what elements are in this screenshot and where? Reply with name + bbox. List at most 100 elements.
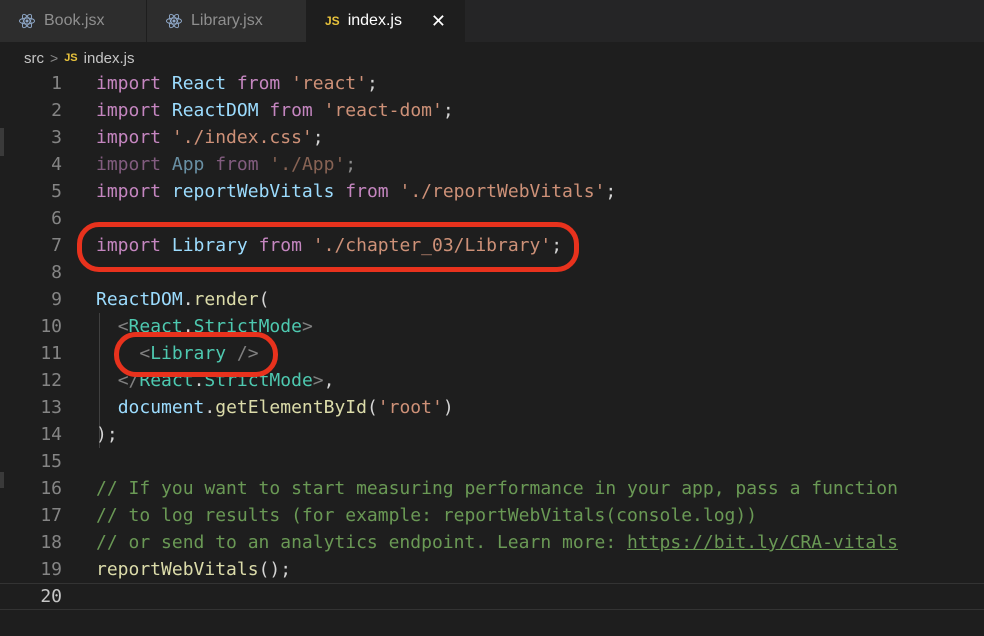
code-token: from <box>269 100 313 121</box>
code-token: from <box>215 154 259 175</box>
code-token: Library <box>150 343 227 364</box>
code-line[interactable]: 13 document.getElementById('root') <box>0 394 984 421</box>
code-token: StrictMode <box>204 370 313 391</box>
tab-label: Library.jsx <box>191 12 263 29</box>
chevron-right-icon: > <box>50 50 59 66</box>
code-text: <React.StrictMode> <box>96 316 313 337</box>
code-text: reportWebVitals(); <box>96 559 291 580</box>
code-token: document <box>117 397 205 418</box>
code-line[interactable]: 8 <box>0 259 984 286</box>
code-token: ; <box>345 154 357 175</box>
code-line[interactable]: 3 import './index.css'; <box>0 124 984 151</box>
code-line[interactable]: 20 <box>0 583 984 610</box>
code-text: // If you want to start measuring perfor… <box>96 478 898 499</box>
code-line[interactable]: 14); <box>0 421 984 448</box>
code-token: React <box>128 316 183 337</box>
line-number: 19 <box>40 559 62 580</box>
code-editor[interactable]: 1 import React from 'react'; 2 import React… <box>0 70 984 636</box>
code-token: import <box>96 181 162 202</box>
code-line[interactable]: 1 import React from 'react'; <box>0 70 984 97</box>
code-line[interactable]: 6 <box>0 205 984 232</box>
code-token: import <box>96 235 162 256</box>
code-token: from <box>236 73 281 94</box>
tab-index-js[interactable]: JS index.js ✕ <box>307 0 465 42</box>
code-line[interactable]: 7 import Library from './chapter_03/Libra… <box>0 232 984 259</box>
code-token: > <box>312 370 324 391</box>
tab-library-jsx[interactable]: Library.jsx <box>147 0 307 42</box>
react-icon <box>166 13 182 29</box>
code-token: // or send to an analytics endpoint. Lea… <box>96 532 628 553</box>
code-token: , <box>323 370 335 391</box>
code-token: ); <box>96 424 118 445</box>
code-text: </React.StrictMode>, <box>96 370 335 391</box>
line-number: 8 <box>51 262 62 283</box>
code-text: // or send to an analytics endpoint. Lea… <box>96 532 898 553</box>
code-token: </ <box>117 370 140 391</box>
line-number: 2 <box>51 100 62 121</box>
breadcrumb-file[interactable]: index.js <box>84 50 135 67</box>
line-number: 3 <box>51 127 62 148</box>
code-line[interactable]: 4 import App from './App'; <box>0 151 984 178</box>
code-token: from <box>345 181 389 202</box>
code-token: ; <box>366 73 378 94</box>
code-token: < <box>139 343 151 364</box>
code-line[interactable]: 9 ReactDOM.render( <box>0 286 984 313</box>
react-icon <box>19 13 35 29</box>
line-number: 12 <box>40 370 62 391</box>
code-token: import <box>96 100 162 121</box>
code-text: import App from './App'; <box>96 154 356 175</box>
line-number: 1 <box>51 73 62 94</box>
code-token: 'root' <box>377 397 443 418</box>
code-line[interactable]: 16 // If you want to start measuring perf… <box>0 475 984 502</box>
code-token: . <box>193 370 205 391</box>
line-number: 9 <box>51 289 62 310</box>
line-number: 17 <box>40 505 62 526</box>
code-line[interactable]: 19 reportWebVitals(); <box>0 556 984 583</box>
code-line[interactable]: 17 // to log results (for example: report… <box>0 502 984 529</box>
line-number: 14 <box>40 424 62 445</box>
code-link[interactable]: https://bit.ly/CRA-vitals <box>627 532 898 553</box>
code-text: <Library /> <box>96 343 258 364</box>
code-line[interactable]: 11 <Library /> <box>0 340 984 367</box>
code-line[interactable]: 18 // or send to an analytics endpoint. L… <box>0 529 984 556</box>
code-token: import <box>96 73 162 94</box>
code-line[interactable]: 15 <box>0 448 984 475</box>
code-token: ) <box>442 397 454 418</box>
code-token: Library <box>171 235 248 256</box>
code-token: import <box>96 154 162 175</box>
code-token: App <box>171 154 205 175</box>
close-icon[interactable]: ✕ <box>431 12 446 30</box>
code-line[interactable]: 12 </React.StrictMode>, <box>0 367 984 394</box>
tab-book-jsx[interactable]: Book.jsx <box>0 0 147 42</box>
code-token: // to log results (for example: reportWe… <box>96 505 758 526</box>
code-line[interactable]: 2 import ReactDOM from 'react-dom'; <box>0 97 984 124</box>
code-token: ReactDOM <box>171 100 259 121</box>
breadcrumb-folder[interactable]: src <box>24 50 44 67</box>
code-token: > <box>301 316 313 337</box>
code-line[interactable]: 5 import reportWebVitals from './reportWe… <box>0 178 984 205</box>
code-token: < <box>117 316 129 337</box>
js-icon: JS <box>325 14 340 28</box>
code-token: reportWebVitals <box>96 559 259 580</box>
code-token: ReactDOM <box>96 289 183 310</box>
line-number: 18 <box>40 532 62 553</box>
code-token: import <box>96 127 162 148</box>
code-line[interactable]: 10 <React.StrictMode> <box>0 313 984 340</box>
code-token: './index.css' <box>171 127 313 148</box>
line-number: 13 <box>40 397 62 418</box>
line-number: 10 <box>40 316 62 337</box>
code-token: ; <box>312 127 324 148</box>
code-text: // to log results (for example: reportWe… <box>96 505 757 526</box>
